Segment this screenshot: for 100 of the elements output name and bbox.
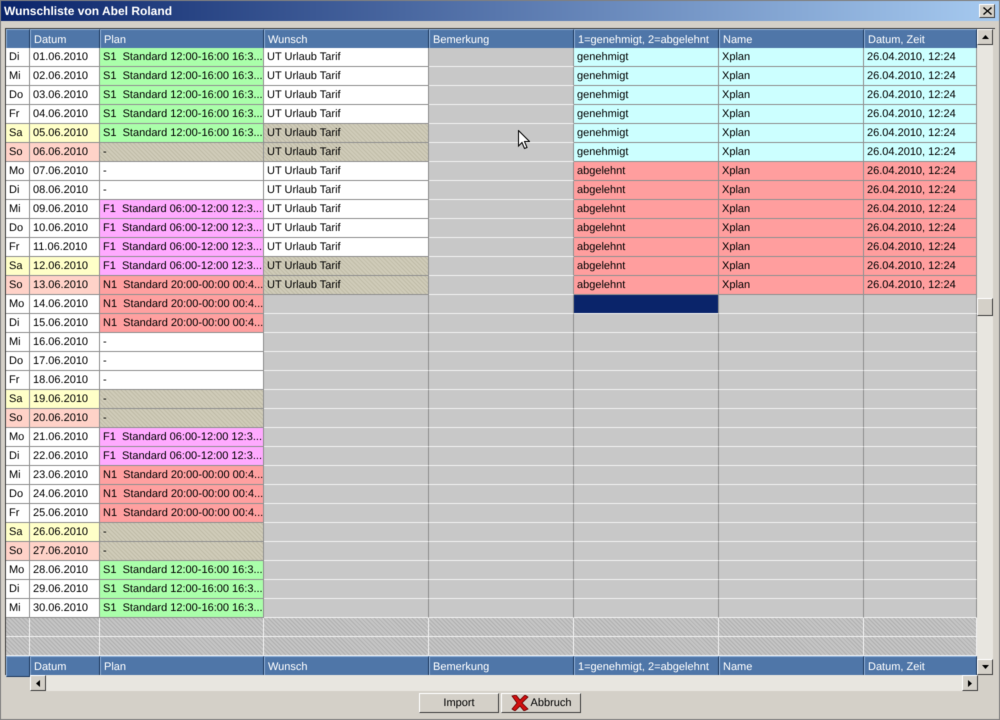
column-header[interactable]: Datum, Zeit [864,29,977,50]
window-title: Wunschliste von Abel Roland [4,4,172,18]
plan-cell: - [100,181,264,200]
date-cell: 09.06.2010 [30,200,100,219]
column-header[interactable]: Datum [30,656,100,677]
date-cell: 13.06.2010 [30,276,100,295]
name-cell: Xplan [719,105,864,124]
date-cell: 23.06.2010 [30,466,100,485]
dialog-button[interactable]: Abbruch [501,693,581,713]
status-cell: abgelehnt [574,219,719,238]
weekday-cell: Do [6,86,30,105]
column-header[interactable]: Name [719,656,864,677]
name-cell: Xplan [719,257,864,276]
scroll-left-button[interactable] [30,675,46,691]
name-cell: Xplan [719,48,864,67]
status-cell: abgelehnt [574,238,719,257]
column-header[interactable]: Datum [30,29,100,50]
plan-cell: S1 Standard 12:00-16:00 16:3... [100,561,264,580]
horizontal-scrollbar[interactable] [30,675,978,691]
date-cell: 07.06.2010 [30,162,100,181]
plan-cell: - [100,352,264,371]
timestamp-cell: 26.04.2010, 12:24 [864,86,977,105]
down-arrow-icon [982,665,988,669]
timestamp-cell: 26.04.2010, 12:24 [864,181,977,200]
weekday-cell: Fr [6,371,30,390]
plan-cell: S1 Standard 12:00-16:00 16:3... [100,67,264,86]
plan-cell: S1 Standard 12:00-16:00 16:3... [100,124,264,143]
scroll-right-button[interactable] [962,675,978,691]
plan-cell: N1 Standard 20:00-00:00 00:4... [100,485,264,504]
scroll-up-button[interactable] [977,29,993,45]
close-icon [982,7,992,15]
vertical-scrollbar[interactable] [977,29,993,675]
plan-cell: N1 Standard 20:00-00:00 00:4... [100,504,264,523]
weekday-cell: Do [6,219,30,238]
left-arrow-icon [36,680,40,686]
name-cell: Xplan [719,143,864,162]
date-cell: 19.06.2010 [30,390,100,409]
weekday-cell: Di [6,314,30,333]
plan-cell: - [100,371,264,390]
weekday-cell: Mo [6,295,30,314]
date-cell: 25.06.2010 [30,504,100,523]
scroll-down-button[interactable] [977,659,993,675]
plan-cell: - [100,143,264,162]
scroll-thumb[interactable] [977,298,993,316]
close-button[interactable] [979,4,995,18]
plan-cell: N1 Standard 20:00-00:00 00:4... [100,295,264,314]
timestamp-cell: 26.04.2010, 12:24 [864,219,977,238]
weekday-cell: Mi [6,200,30,219]
column-header[interactable]: Wunsch [264,29,429,50]
timestamp-cell: 26.04.2010, 12:24 [864,276,977,295]
column-header[interactable]: Wunsch [264,656,429,677]
status-cell: abgelehnt [574,162,719,181]
weekday-cell: Mi [6,67,30,86]
wish-cell: UT Urlaub Tarif [264,276,429,295]
wish-cell: UT Urlaub Tarif [264,86,429,105]
date-cell: 05.06.2010 [30,124,100,143]
weekday-cell: Mo [6,428,30,447]
date-cell: 30.06.2010 [30,599,100,618]
wish-cell: UT Urlaub Tarif [264,143,429,162]
weekday-cell: Sa [6,124,30,143]
status-cell: genehmigt [574,48,719,67]
dialog-button[interactable]: Import [419,693,499,713]
column-header[interactable]: Plan [100,29,264,50]
name-cell: Xplan [719,67,864,86]
plan-cell: N1 Standard 20:00-00:00 00:4... [100,466,264,485]
column-header[interactable]: Bemerkung [429,656,574,677]
column-header[interactable]: Name [719,29,864,50]
name-cell: Xplan [719,219,864,238]
timestamp-cell: 26.04.2010, 12:24 [864,238,977,257]
plan-cell: - [100,390,264,409]
date-cell: 10.06.2010 [30,219,100,238]
plan-cell: - [100,542,264,561]
date-cell: 27.06.2010 [30,542,100,561]
plan-cell: - [100,162,264,181]
plan-cell: N1 Standard 20:00-00:00 00:4... [100,314,264,333]
date-cell: 12.06.2010 [30,257,100,276]
name-cell: Xplan [719,86,864,105]
column-header[interactable]: Datum, Zeit [864,656,977,677]
weekday-cell: So [6,276,30,295]
weekday-cell: Sa [6,390,30,409]
column-header[interactable]: 1=genehmigt, 2=abgelehnt [574,656,719,677]
corner-header [6,656,30,677]
name-cell: Xplan [719,276,864,295]
date-cell: 22.06.2010 [30,447,100,466]
column-header[interactable]: 1=genehmigt, 2=abgelehnt [574,29,719,50]
weekday-cell: Do [6,485,30,504]
name-cell: Xplan [719,162,864,181]
wish-cell: UT Urlaub Tarif [264,105,429,124]
timestamp-cell: 26.04.2010, 12:24 [864,67,977,86]
column-header[interactable]: Plan [100,656,264,677]
date-cell: 06.06.2010 [30,143,100,162]
weekday-cell: Mi [6,599,30,618]
column-header[interactable]: Bemerkung [429,29,574,50]
date-cell: 29.06.2010 [30,580,100,599]
weekday-cell: So [6,409,30,428]
mouse-pointer-icon [518,130,530,149]
weekday-cell: So [6,143,30,162]
right-arrow-icon [968,680,972,686]
plan-cell: F1 Standard 06:00-12:00 12:3... [100,200,264,219]
date-cell: 18.06.2010 [30,371,100,390]
